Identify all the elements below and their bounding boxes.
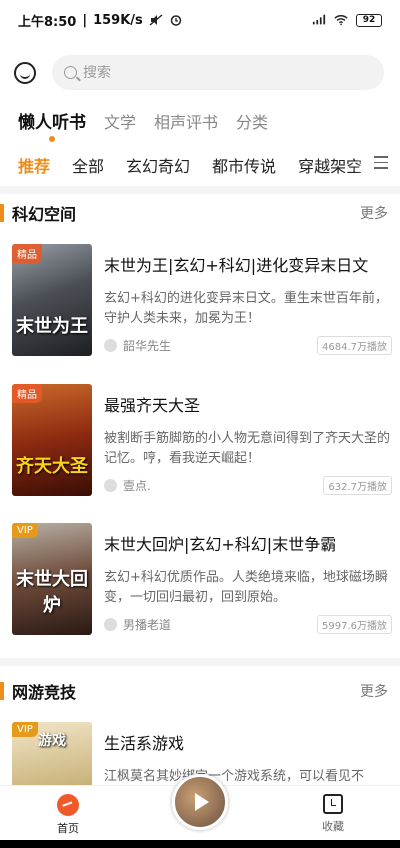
- book-description: 江枫莫名其妙绑定一个游戏系统，可以看见不: [104, 769, 365, 784]
- vip-badge: VIP: [12, 523, 38, 538]
- book-item[interactable]: VIP 末世大回炉 末世大回炉|玄幻+科幻|末世争霸 玄幻+科幻优质作品。人类绝…: [12, 523, 392, 639]
- tab-urban-legend[interactable]: 都市传说: [212, 153, 276, 177]
- book-title: 最强齐天大圣: [104, 396, 201, 415]
- nav-favorites-label: 收藏: [322, 820, 344, 833]
- tab-fantasy[interactable]: 玄幻奇幻: [126, 153, 190, 177]
- system-home-bar: [0, 840, 400, 848]
- nav-home[interactable]: 首页: [48, 794, 88, 836]
- play-count-badge: 5997.6万播放: [317, 614, 392, 634]
- book-cover: 精品 齐天大圣: [12, 384, 92, 496]
- wifi-icon: [334, 15, 348, 26]
- tab-recommend[interactable]: 推荐: [18, 153, 50, 177]
- home-icon: [57, 794, 79, 816]
- mute-icon: [149, 14, 163, 26]
- book-title: 末世大回炉|玄幻+科幻|末世争霸: [104, 535, 337, 554]
- search-input[interactable]: [83, 64, 333, 81]
- play-button[interactable]: [172, 774, 228, 830]
- book-description: 被割断手筋脚筋的小人物无意间得到了齐天大圣的记忆。哼，看我逆天崛起！: [104, 431, 391, 466]
- search-bar[interactable]: [52, 55, 384, 90]
- section-divider: [0, 186, 400, 194]
- network-speed: 159K/s: [93, 12, 143, 28]
- nav-favorites[interactable]: 收藏: [313, 794, 353, 834]
- premium-badge: 精品: [12, 384, 42, 403]
- play-count-badge: 632.7万播放: [323, 475, 392, 495]
- section-title: 科幻空间: [12, 205, 77, 224]
- search-row: [0, 55, 400, 91]
- book-meta: 韶华先生 4684.7万播放: [104, 335, 392, 355]
- section-accent-bar: [0, 204, 4, 222]
- status-bar: 上午8:50 | 159K/s 92: [0, 0, 400, 40]
- book-item[interactable]: 精品 末世为王 末世为王|玄幻+科幻|进化变异末日文 玄幻+科幻的进化变异末日文…: [12, 244, 392, 360]
- premium-badge: 精品: [12, 244, 42, 263]
- tab-category[interactable]: 分类: [236, 109, 268, 133]
- battery-icon: 92: [356, 13, 382, 27]
- tab-literature[interactable]: 文学: [104, 109, 136, 133]
- author-icon: [104, 478, 117, 492]
- status-separator: |: [82, 12, 88, 28]
- book-description: 玄幻+科幻的进化变异末日文。重生末世百年前，守护人类未来，加冕为王！: [104, 291, 388, 326]
- play-count-badge: 4684.7万播放: [317, 335, 392, 355]
- tab-crosstalk[interactable]: 相声评书: [154, 109, 218, 133]
- cover-title: 齐天大圣: [16, 456, 88, 477]
- book-meta: 壹点. 632.7万播放: [104, 475, 392, 495]
- primary-tabs: 懒人听书 文学 相声评书 分类: [18, 108, 268, 142]
- cover-title: 游戏: [38, 733, 66, 749]
- tab-time-travel[interactable]: 穿越架空: [298, 153, 362, 177]
- book-item[interactable]: 精品 齐天大圣 最强齐天大圣 被割断手筋脚筋的小人物无意间得到了齐天大圣的记忆。…: [12, 384, 392, 500]
- nav-home-label: 首页: [57, 822, 79, 835]
- search-icon: [64, 66, 77, 79]
- secondary-tabs: 推荐 全部 玄幻奇幻 都市传说 穿越架空: [18, 150, 400, 180]
- cellular-signal-icon: [312, 14, 326, 25]
- tab-lanren-tingshu[interactable]: 懒人听书: [18, 108, 86, 142]
- tab-all[interactable]: 全部: [72, 153, 104, 177]
- favorites-icon: [323, 794, 343, 814]
- book-author: 壹点.: [123, 478, 151, 493]
- play-icon: [195, 793, 209, 811]
- book-cover: 精品 末世为王: [12, 244, 92, 356]
- section-accent-bar: [0, 682, 4, 700]
- book-author: 男播老道: [123, 617, 172, 632]
- book-title: 末世为王|玄幻+科幻|进化变异末日文: [104, 256, 369, 275]
- author-icon: [104, 338, 117, 352]
- cover-title: 末世为王: [16, 316, 88, 337]
- book-meta: 男播老道 5997.6万播放: [104, 614, 392, 634]
- book-cover: VIP 末世大回炉: [12, 523, 92, 635]
- section-title: 网游竞技: [12, 683, 77, 702]
- status-time: 上午8:50: [18, 14, 77, 30]
- section-header-online-games: 网游竞技 更多: [0, 676, 400, 706]
- alarm-icon: [170, 15, 182, 26]
- more-button[interactable]: 更多: [360, 203, 388, 223]
- cover-title: 末世大回炉: [16, 569, 88, 616]
- user-profile-icon[interactable]: [14, 62, 36, 84]
- menu-icon[interactable]: [370, 152, 400, 176]
- author-icon: [104, 617, 117, 631]
- book-author: 韶华先生: [123, 338, 172, 353]
- book-description: 玄幻+科幻优质作品。人类绝境来临，地球磁场瞬变，一切回归最初，回到原始。: [104, 570, 388, 605]
- book-title: 生活系游戏: [104, 734, 185, 753]
- section-header-scifi: 科幻空间 更多: [0, 198, 400, 228]
- section-divider: [0, 658, 400, 666]
- more-button[interactable]: 更多: [360, 681, 388, 701]
